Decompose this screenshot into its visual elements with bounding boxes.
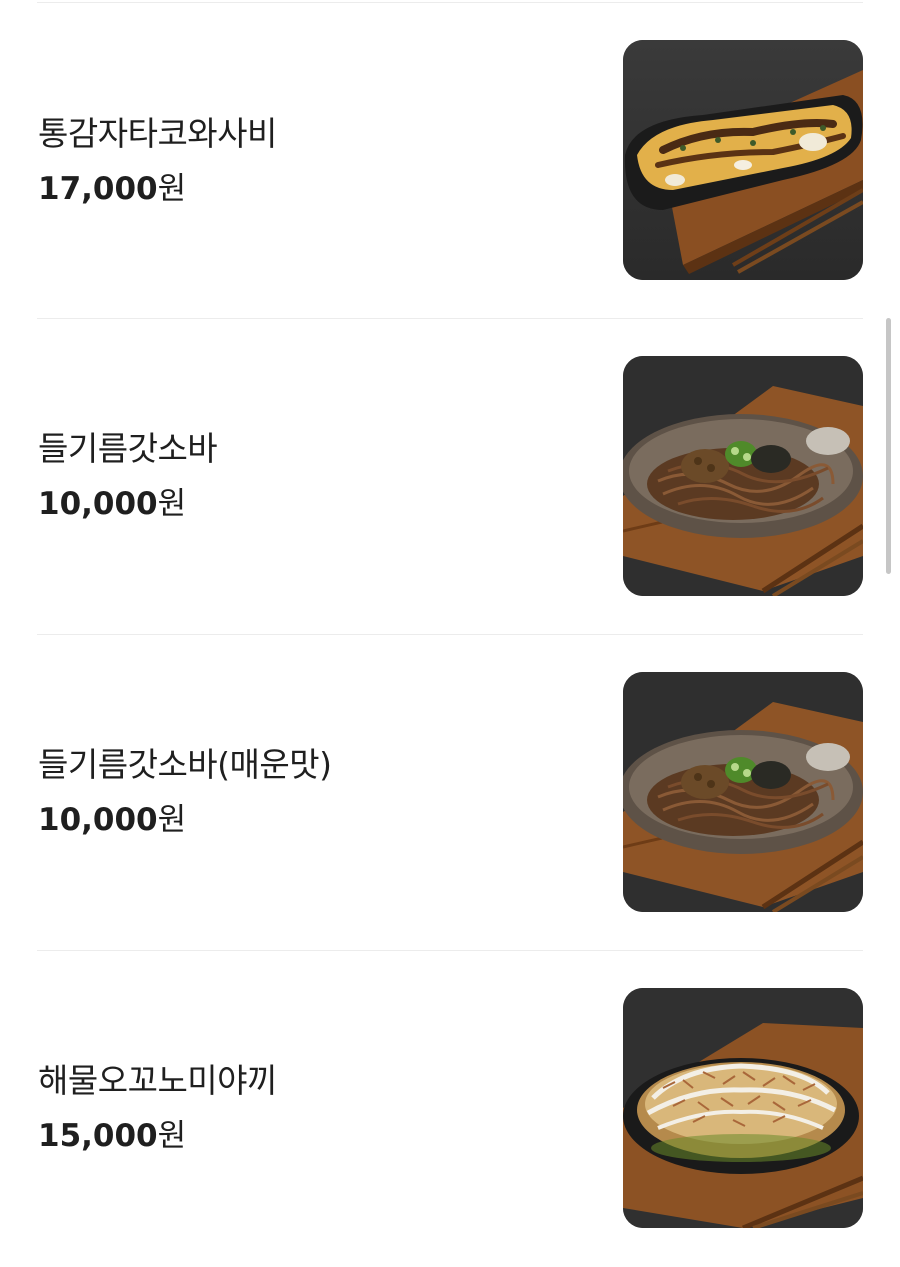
menu-item-text: 들기름갓소바 10,000원	[38, 429, 598, 523]
seafood-okonomiyaki-photo	[623, 988, 863, 1228]
price-amount: 17,000	[38, 171, 158, 207]
menu-item-perilla-oil-soba-spicy[interactable]: 들기름갓소바(매운맛) 10,000원	[0, 635, 900, 951]
menu-item-potato-takowasabi[interactable]: 통감자타코와사비 17,000원	[0, 3, 900, 319]
price-amount: 10,000	[38, 802, 158, 838]
menu-item-seafood-okonomiyaki[interactable]: 해물오꼬노미야끼 15,000원	[0, 951, 900, 1267]
menu-item-text: 해물오꼬노미야끼 15,000원	[38, 1061, 598, 1155]
price-unit: 원	[157, 1118, 187, 1154]
menu-item-name: 해물오꼬노미야끼	[38, 1061, 277, 1100]
price-unit: 원	[157, 171, 187, 207]
menu-item-photo[interactable]	[623, 356, 863, 596]
price-amount: 15,000	[38, 1118, 158, 1154]
menu-item-price: 10,000원	[38, 801, 598, 839]
menu-item-perilla-oil-soba[interactable]: 들기름갓소바 10,000원	[0, 319, 900, 635]
menu-item-name: 들기름갓소바(매운맛)	[38, 745, 332, 784]
menu-list: 통감자타코와사비 17,000원 들기름갓소바 10,000원 들기름갓소바(매…	[0, 0, 900, 1248]
menu-item-price: 15,000원	[38, 1117, 598, 1155]
price-unit: 원	[157, 486, 187, 522]
potato-takowasabi-photo	[623, 40, 863, 280]
perilla-oil-soba-spicy-photo	[623, 672, 863, 912]
menu-item-text: 들기름갓소바(매운맛) 10,000원	[38, 745, 598, 839]
menu-item-photo[interactable]	[623, 672, 863, 912]
menu-item-name: 들기름갓소바	[38, 429, 218, 468]
menu-item-price: 10,000원	[38, 485, 598, 523]
menu-item-price: 17,000원	[38, 170, 598, 208]
menu-item-name: 통감자타코와사비	[38, 114, 277, 153]
menu-item-photo[interactable]	[623, 40, 863, 280]
price-unit: 원	[157, 802, 187, 838]
menu-item-photo[interactable]	[623, 988, 863, 1228]
scrollbar[interactable]	[886, 318, 891, 574]
price-amount: 10,000	[38, 486, 158, 522]
perilla-oil-soba-photo	[623, 356, 863, 596]
menu-item-text: 통감자타코와사비 17,000원	[38, 114, 598, 208]
